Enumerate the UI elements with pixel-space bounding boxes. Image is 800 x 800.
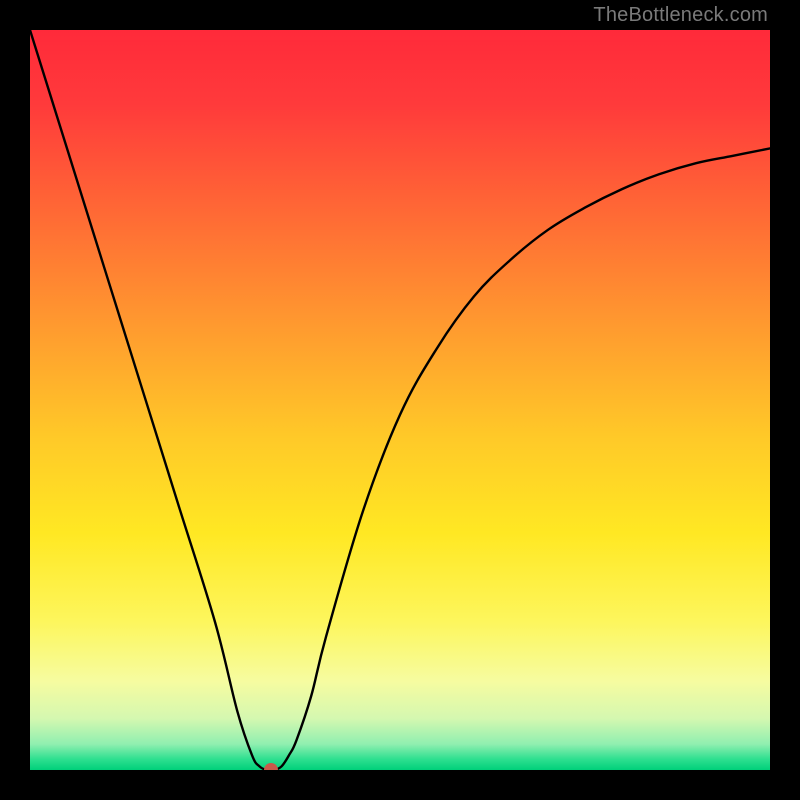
bottleneck-curve	[30, 30, 770, 770]
optimal-point-marker	[264, 763, 278, 770]
watermark-text: TheBottleneck.com	[593, 4, 768, 27]
chart-frame: TheBottleneck.com	[0, 0, 800, 800]
plot-area	[30, 30, 770, 770]
